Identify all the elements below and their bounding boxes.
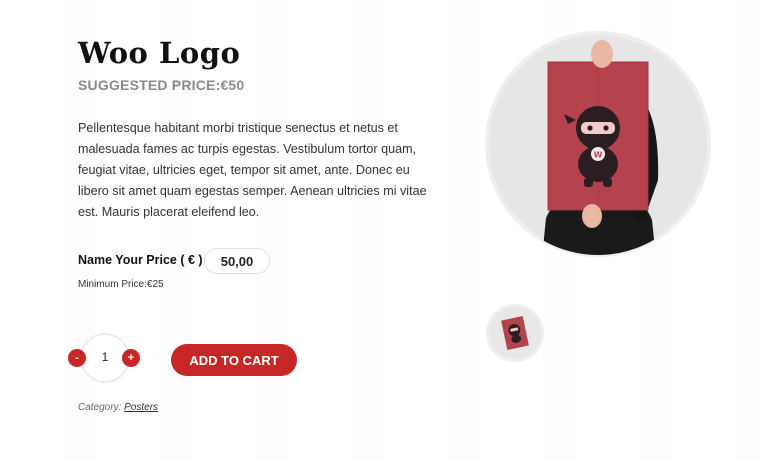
quantity-minus-button[interactable]: - (68, 349, 86, 367)
quantity-value[interactable]: 1 (98, 350, 112, 364)
product-main-image[interactable]: W (484, 30, 712, 263)
name-your-price-label: Name Your Price ( € ) (78, 253, 203, 267)
minimum-price: Minimum Price:€25 (78, 279, 164, 290)
product-category: Category: Posters (78, 402, 158, 413)
suggested-price: SUGGESTED PRICE:€50 (78, 77, 245, 93)
ninja-poster-image: W (485, 31, 711, 257)
product-title: Woo Logo (78, 36, 241, 70)
poster-letter: W (594, 151, 603, 160)
add-to-cart-button[interactable]: ADD TO CART (171, 344, 297, 376)
ninja-poster-thumbnail (486, 304, 544, 362)
category-label: Category: (78, 402, 122, 413)
price-input[interactable] (204, 248, 270, 274)
category-link[interactable]: Posters (124, 402, 158, 413)
quantity-plus-button[interactable]: + (122, 349, 140, 367)
product-thumbnail[interactable] (485, 303, 545, 368)
product-description: Pellentesque habitant morbi tristique se… (78, 121, 427, 219)
